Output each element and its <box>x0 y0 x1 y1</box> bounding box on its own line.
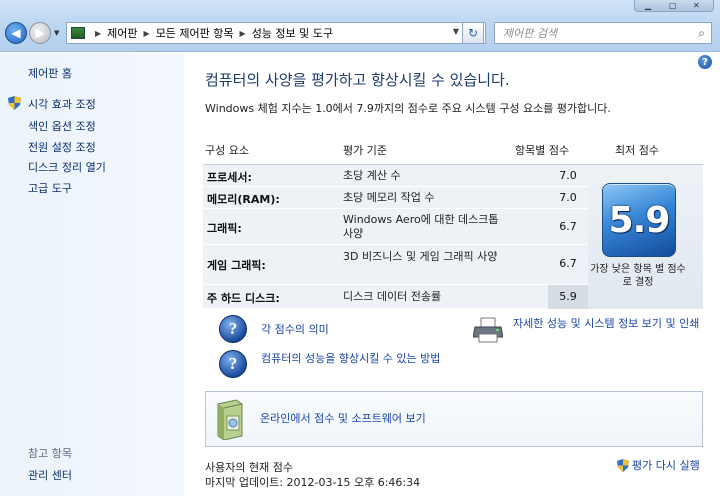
header-subscore: 항목별 점수 <box>515 144 570 157</box>
control-panel-icon <box>71 27 85 39</box>
help-icon[interactable]: ? <box>698 55 712 69</box>
table-row: 그래픽: Windows Aero에 대한 데스크톱 사양 6.7 <box>203 209 588 245</box>
question-icon[interactable]: ? <box>219 350 247 378</box>
component-name: 프로세서: <box>207 171 252 184</box>
breadcrumb-control-panel[interactable]: 제어판 <box>107 25 137 41</box>
breadcrumb-separator-icon[interactable]: ▶ <box>95 29 101 38</box>
rated-by: 초당 메모리 작업 수 <box>343 191 435 204</box>
rated-by: 디스크 데이터 전송률 <box>343 290 442 303</box>
header-base-score: 최저 점수 <box>615 144 659 157</box>
search-placeholder: 제어판 검색 <box>503 27 558 40</box>
search-icon[interactable]: ⌕ <box>698 26 705 41</box>
recent-pages-chevron-icon[interactable]: ▼ <box>54 29 59 37</box>
score-table: 구성 요소 평가 기준 항목별 점수 최저 점수 프로세서: 초당 계산 수 7… <box>203 142 703 309</box>
component-name: 그래픽: <box>207 222 242 235</box>
sidebar-item-power[interactable]: 전원 설정 조정 <box>28 139 96 155</box>
online-scores-link[interactable]: 온라인에서 점수 및 소프트웨어 보기 <box>260 412 426 426</box>
sidebar-item-indexing[interactable]: 색인 옵션 조정 <box>28 118 96 134</box>
improve-performance-link[interactable]: 컴퓨터의 성능을 향상시킬 수 있는 방법 <box>261 352 451 366</box>
current-score-label: 사용자의 현재 점수 <box>205 461 293 474</box>
question-icon[interactable]: ? <box>219 315 247 343</box>
minimize-icon[interactable]: ▁ <box>645 1 651 10</box>
window-controls[interactable]: ▁ ▢ ✕ <box>634 0 714 12</box>
rerun-assessment-link[interactable]: 평가 다시 실행 <box>632 459 700 473</box>
component-name: 게임 그래픽: <box>207 259 266 272</box>
online-scores-box[interactable]: 온라인에서 점수 및 소프트웨어 보기 <box>205 391 703 447</box>
base-score-box: 5.9 가장 낮은 항목 별 점수로 결정 <box>588 164 703 309</box>
table-row: 메모리(RAM): 초당 메모리 작업 수 7.0 <box>203 187 588 209</box>
last-update-text: 마지막 업데이트: 2012-03-15 오후 6:46:34 <box>205 476 421 489</box>
see-also-heading: 참고 항목 <box>28 447 72 460</box>
sidebar-item-disk-cleanup[interactable]: 디스크 정리 열기 <box>28 159 106 175</box>
score-meaning-link[interactable]: 각 점수의 의미 <box>261 323 329 337</box>
header-rated: 평가 기준 <box>343 144 387 157</box>
navigation-bar: ▁ ▢ ✕ ◀ ▶ ▼ ▶ 제어판 ▶ 모든 제어판 항목 ▶ 성능 정보 및 … <box>0 0 720 52</box>
breadcrumb-all-items[interactable]: 모든 제어판 항목 <box>156 25 234 41</box>
table-row: 주 하드 디스크: 디스크 데이터 전송률 5.9 <box>203 285 588 309</box>
component-name: 주 하드 디스크: <box>207 292 280 305</box>
breadcrumb-separator-icon[interactable]: ▶ <box>144 29 150 38</box>
base-score-caption: 가장 낮은 항목 별 점수로 결정 <box>590 264 686 288</box>
refresh-icon: ↻ <box>467 26 479 40</box>
address-bar[interactable]: ▶ 제어판 ▶ 모든 제어판 항목 ▶ 성능 정보 및 도구 ▼ <box>66 22 486 44</box>
sidebar-home-link[interactable]: 제어판 홈 <box>28 65 72 81</box>
printer-icon[interactable] <box>473 317 503 343</box>
sidebar-item-visual-effects[interactable]: 시각 효과 조정 <box>28 96 96 112</box>
uac-shield-icon <box>617 459 629 472</box>
base-score-badge: 5.9 <box>602 183 676 257</box>
rated-by: 3D 비즈니스 및 게임 그래픽 사양 <box>343 250 498 263</box>
forward-button[interactable]: ▶ <box>29 22 51 44</box>
subscore: 6.7 <box>559 257 577 270</box>
search-input[interactable]: 제어판 검색 ⌕ <box>494 22 712 44</box>
main-content: ? 컴퓨터의 사양을 평가하고 향상시킬 수 있습니다. Windows 체험 … <box>185 53 720 496</box>
back-arrow-icon: ◀ <box>11 26 21 40</box>
table-row: 게임 그래픽: 3D 비즈니스 및 게임 그래픽 사양 6.7 <box>203 245 588 285</box>
sidebar-item-advanced[interactable]: 고급 도구 <box>28 180 72 196</box>
subscore: 6.7 <box>559 220 577 233</box>
refresh-button[interactable]: ↻ <box>462 22 484 44</box>
subscore: 5.9 <box>548 285 588 309</box>
uac-shield-icon <box>8 96 21 110</box>
sidebar-item-action-center[interactable]: 관리 센터 <box>28 467 72 483</box>
detailed-info-link[interactable]: 자세한 성능 및 시스템 정보 보기 및 인쇄 <box>513 317 713 331</box>
breadcrumb-performance[interactable]: 성능 정보 및 도구 <box>252 25 333 41</box>
header-component: 구성 요소 <box>205 144 249 157</box>
close-icon[interactable]: ✕ <box>693 1 700 10</box>
back-button[interactable]: ◀ <box>5 22 27 44</box>
subscore: 7.0 <box>559 169 577 182</box>
rated-by: 초당 계산 수 <box>343 169 401 182</box>
performance-window: ▁ ▢ ✕ ◀ ▶ ▼ ▶ 제어판 ▶ 모든 제어판 항목 ▶ 성능 정보 및 … <box>0 0 720 496</box>
address-dropdown-icon[interactable]: ▼ <box>453 27 459 36</box>
maximize-icon[interactable]: ▢ <box>669 1 677 10</box>
table-row: 프로세서: 초당 계산 수 7.0 <box>203 165 588 187</box>
subscore: 7.0 <box>559 191 577 204</box>
page-subtitle: Windows 체험 지수는 1.0에서 7.9까지의 점수로 주요 시스템 구… <box>205 102 611 115</box>
component-name: 메모리(RAM): <box>207 193 280 206</box>
page-title: 컴퓨터의 사양을 평가하고 향상시킬 수 있습니다. <box>205 71 510 89</box>
left-pane: 제어판 홈 시각 효과 조정 색인 옵션 조정 전원 설정 조정 디스크 정리 … <box>0 53 184 496</box>
score-rows: 프로세서: 초당 계산 수 7.0 메모리(RAM): 초당 메모리 작업 수 … <box>203 164 588 309</box>
forward-arrow-icon: ▶ <box>35 26 45 40</box>
breadcrumb-separator-icon[interactable]: ▶ <box>240 29 246 38</box>
base-score-value: 5.9 <box>608 199 671 241</box>
software-box-icon <box>217 399 243 440</box>
rated-by: Windows Aero에 대한 데스크톱 사양 <box>343 213 499 240</box>
